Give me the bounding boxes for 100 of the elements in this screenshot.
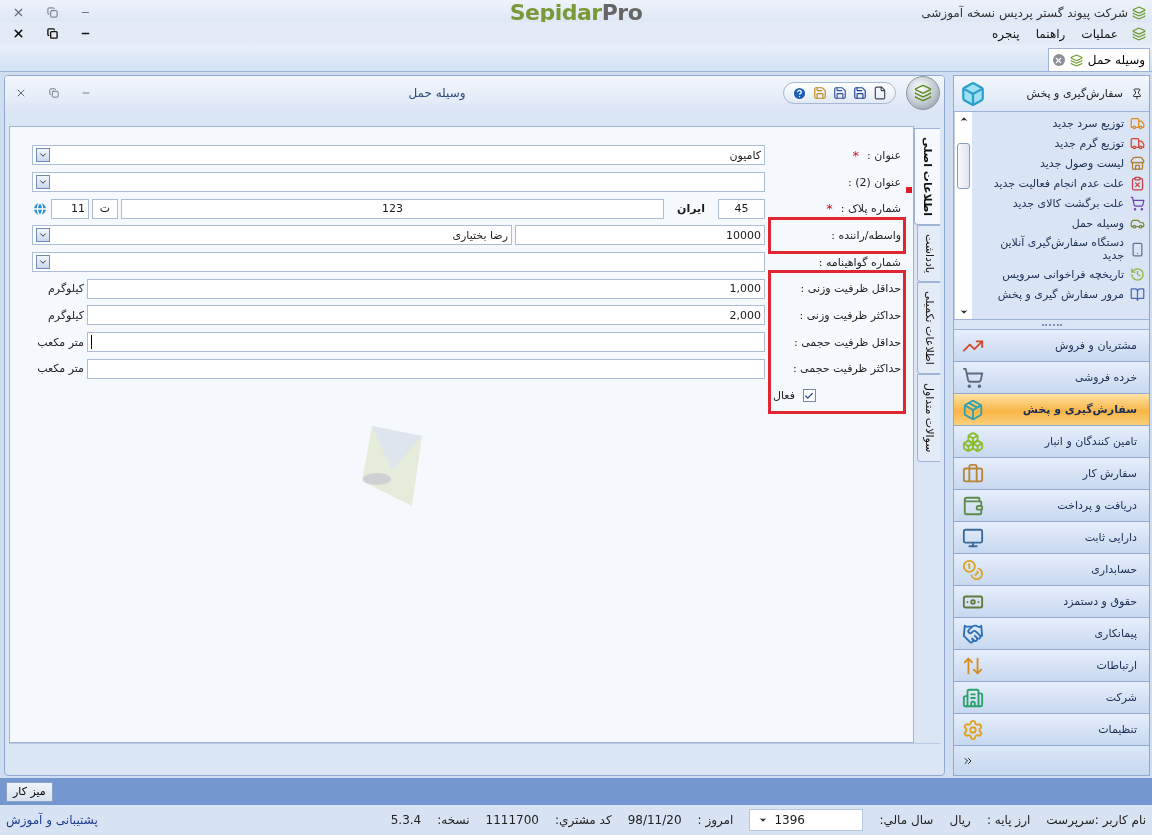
briefcase-icon: [962, 462, 984, 485]
dropdown-button[interactable]: [36, 255, 50, 270]
monitor-icon: [962, 526, 984, 549]
task-link[interactable]: مرور سفارش گیری و پخش: [976, 285, 1145, 304]
close-icon: [12, 6, 25, 19]
module-button[interactable]: شرکت: [954, 682, 1149, 714]
side-tab[interactable]: اطلاعات اصلی: [914, 128, 940, 226]
floppy-icon: [833, 86, 847, 100]
book-icon: [1130, 287, 1145, 302]
phone-icon: [1130, 241, 1145, 257]
plate-field[interactable]: ت: [92, 198, 118, 219]
module-button[interactable]: حقوق و دستمزد: [954, 586, 1149, 618]
scroll-down-icon[interactable]: [958, 307, 969, 317]
field-label: شماره پلاک :: [840, 202, 901, 216]
logo-orb[interactable]: [906, 76, 940, 110]
close-button[interactable]: [12, 27, 25, 40]
plate-field[interactable]: 123: [121, 198, 664, 219]
menu-item[interactable]: راهنما: [1033, 26, 1068, 41]
task-link[interactable]: لیست وصول جدید: [976, 154, 1145, 173]
cart-icon: [1130, 196, 1145, 211]
new-button[interactable]: [873, 86, 887, 100]
save-new-button[interactable]: [833, 86, 847, 100]
field-value: 1,000: [729, 282, 761, 296]
number-field[interactable]: [87, 358, 765, 379]
checkbox[interactable]: [802, 389, 816, 403]
side-tab[interactable]: یادداشت: [917, 225, 940, 283]
module-button[interactable]: سفارش کار: [954, 458, 1149, 490]
error-marker-icon: [906, 187, 912, 193]
field-label: حداقل ظرفیت وزنی :: [800, 282, 901, 296]
restore-icon: [47, 28, 58, 39]
combo-field[interactable]: کامیون: [32, 145, 765, 166]
combo-field[interactable]: [32, 172, 765, 193]
package-icon: [962, 398, 984, 421]
module-button[interactable]: دارایی ثابت: [954, 522, 1149, 554]
number-field[interactable]: 2,000: [87, 305, 765, 326]
status-text: امروز :: [697, 813, 734, 827]
status-text: ریال: [949, 813, 971, 827]
save-close-button[interactable]: [813, 86, 827, 100]
app-icon: [1132, 5, 1146, 20]
field-value: کامیون: [729, 148, 761, 162]
task-link[interactable]: وسیله حمل: [976, 214, 1145, 233]
desktop-button[interactable]: میز کار: [6, 781, 53, 802]
app-icon: [1132, 26, 1146, 41]
module-button[interactable]: تنظیمات: [954, 714, 1149, 746]
app-icon: [1069, 53, 1083, 67]
support-link[interactable]: پشتیبانی و آموزش: [6, 813, 98, 827]
module-button[interactable]: ارتباطات: [954, 650, 1149, 682]
number-field[interactable]: [87, 332, 765, 353]
plate-field[interactable]: 45: [718, 198, 765, 219]
splitter-grip[interactable]: [1041, 323, 1062, 326]
combo-field[interactable]: رضا بختیاری: [32, 225, 512, 246]
module-button[interactable]: پیمانکاری: [954, 618, 1149, 650]
side-tab[interactable]: سوالات متداول: [917, 374, 940, 462]
boxes-icon: [962, 430, 984, 453]
truck-icon: [1130, 136, 1145, 151]
task-link[interactable]: توزیع سرد جدید: [976, 114, 1145, 133]
document-tab[interactable]: وسیله حمل: [1047, 48, 1150, 71]
pin-icon[interactable]: [1131, 87, 1143, 100]
restore-button[interactable]: [47, 28, 58, 39]
module-button[interactable]: حسابداری: [954, 554, 1149, 586]
menu-item[interactable]: پنجره: [990, 26, 1022, 41]
required-mark: *: [826, 201, 833, 217]
scroll-up-icon[interactable]: [958, 114, 969, 124]
plate-field[interactable]: 11: [51, 198, 89, 219]
save-button[interactable]: [853, 86, 867, 100]
status-text: سال مالي:: [879, 813, 934, 827]
scrollbar[interactable]: [954, 112, 972, 319]
module-button[interactable]: دریافت و پرداخت: [954, 490, 1149, 522]
field-label: شماره گواهینامه :: [818, 255, 901, 269]
unit-label: متر مکعب: [36, 362, 84, 376]
side-tab[interactable]: اطلاعات تکمیلی: [917, 282, 940, 375]
module-button[interactable]: سفارش‌گیری و پخش: [954, 394, 1149, 426]
menu-item[interactable]: عملیات: [1079, 26, 1120, 41]
globe-icon[interactable]: [32, 200, 48, 217]
task-link[interactable]: علت برگشت کالای جدید: [976, 194, 1145, 213]
task-link[interactable]: دستگاه سفارش‌گیری آنلاین جدید: [976, 234, 1145, 264]
dropdown-button[interactable]: [36, 175, 50, 190]
file-icon: [873, 86, 887, 100]
help-button[interactable]: [792, 85, 807, 101]
close-icon[interactable]: [1052, 54, 1065, 66]
year-select[interactable]: 1396: [749, 809, 864, 831]
task-link[interactable]: توزیع گرم جدید: [976, 134, 1145, 153]
number-field[interactable]: 1,000: [87, 278, 765, 299]
code-field[interactable]: 10000: [515, 225, 765, 246]
module-button[interactable]: تامین کنندگان و انبار: [954, 426, 1149, 458]
task-link[interactable]: تاریخچه فراخوانی سرویس: [976, 265, 1145, 284]
module-button[interactable]: مشتریان و فروش: [954, 330, 1149, 362]
scroll-thumb[interactable]: [957, 142, 970, 189]
task-link[interactable]: علت عدم انجام فعالیت جدید: [976, 174, 1145, 193]
store-icon: [1130, 156, 1145, 171]
field-label: واسطه/راننده :: [831, 228, 901, 242]
dropdown-button[interactable]: [36, 228, 50, 243]
restore-icon: [49, 88, 59, 98]
field-label: حداکثر ظرفیت وزنی :: [799, 308, 901, 322]
dropdown-button[interactable]: [36, 148, 50, 163]
floppy-icon: [813, 86, 827, 100]
combo-field[interactable]: [32, 252, 765, 273]
restore-icon: [47, 7, 58, 18]
module-button[interactable]: خرده فروشی: [954, 362, 1149, 394]
field-value: رضا بختیاری: [452, 228, 508, 242]
